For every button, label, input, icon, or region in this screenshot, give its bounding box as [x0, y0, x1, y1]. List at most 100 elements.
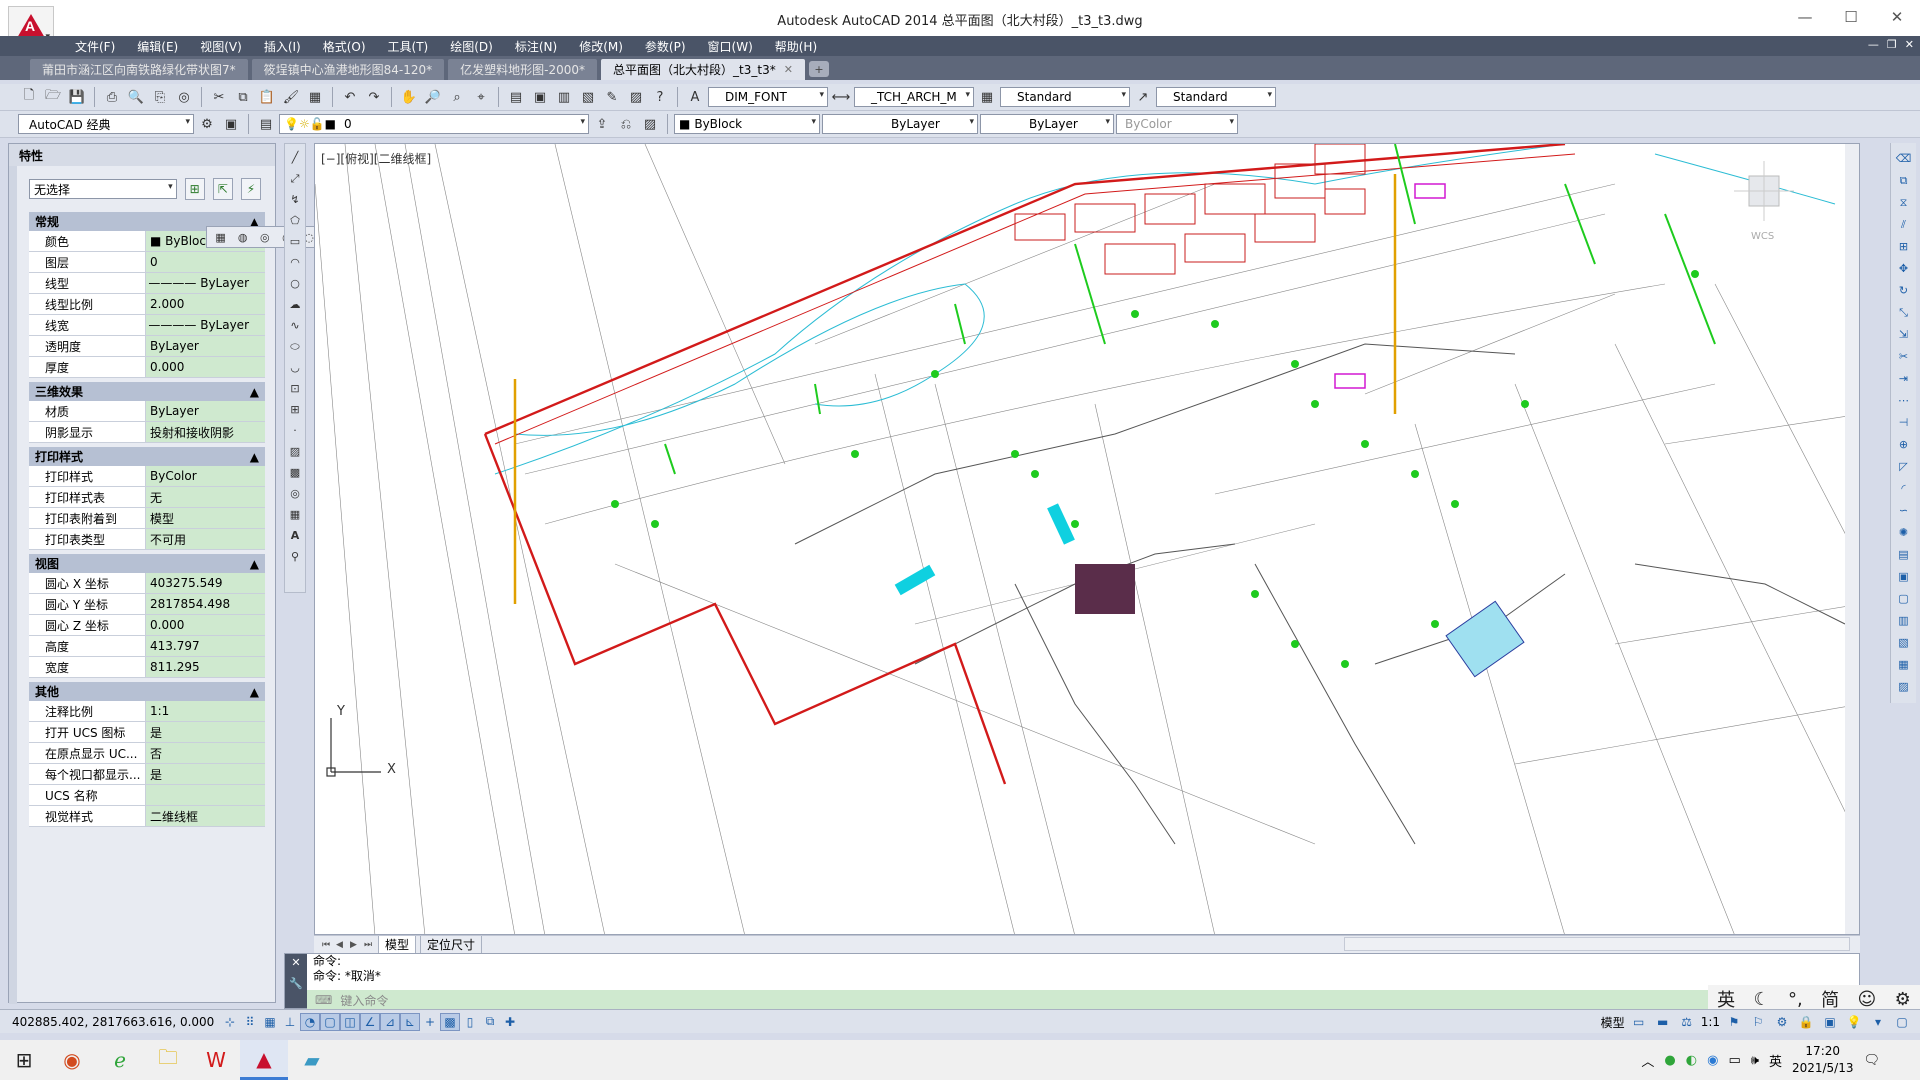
notification-icon[interactable]: 🗨 — [1863, 1053, 1880, 1068]
doc-tab[interactable]: 亿发塑料地形图-2000* — [448, 59, 598, 80]
minimize-icon[interactable]: — — [1782, 0, 1828, 34]
free-orbit-icon[interactable]: ◎ — [255, 228, 274, 246]
property-row[interactable]: 每个视口都显示... 是 — [29, 764, 265, 785]
section-header[interactable]: 其他 ▲ — [29, 682, 265, 701]
doc-restore-icon[interactable]: ❐ — [1887, 38, 1897, 51]
menu-help[interactable]: 帮助(H) — [764, 38, 828, 55]
paste-icon[interactable]: 📋 — [256, 86, 278, 108]
publish-icon[interactable]: ⎘ — [149, 86, 171, 108]
select-objects-icon[interactable]: ⇱ — [212, 178, 233, 200]
menu-edit[interactable]: 编辑(E) — [126, 38, 189, 55]
model-space-label[interactable]: 模型 — [1601, 1014, 1625, 1031]
moon-icon[interactable]: ☾ — [1754, 989, 1770, 1010]
doc-close-icon[interactable]: ✕ — [1905, 38, 1914, 51]
erase-icon[interactable]: ⌫ — [1894, 149, 1914, 168]
3d-dwf-icon[interactable]: ◎ — [173, 86, 195, 108]
property-row[interactable]: 圆心 Z 坐标 0.000 — [29, 615, 265, 636]
draworder-icon[interactable]: ▤ — [1894, 545, 1914, 564]
menu-view[interactable]: 视图(V) — [189, 38, 253, 55]
orbit-icon[interactable]: ◍ — [233, 228, 252, 246]
lineweight-toggle-icon[interactable]: + — [420, 1013, 440, 1031]
emoji-icon[interactable]: ☺ — [1857, 989, 1876, 1010]
plot-icon[interactable]: ⎙ — [101, 86, 123, 108]
layout-tab-model[interactable]: 模型 — [378, 935, 417, 954]
windows-start-icon[interactable]: ⊞ — [0, 1040, 48, 1080]
insert-block-icon[interactable]: ⊡ — [286, 379, 304, 398]
selection-cycling-icon[interactable]: ⧉ — [480, 1013, 500, 1031]
property-row[interactable]: 厚度 0.000 — [29, 357, 265, 378]
match-properties-icon[interactable]: 🖌 — [280, 86, 302, 108]
tool-palettes-icon[interactable]: ▥ — [553, 86, 575, 108]
mtext-icon[interactable]: A — [286, 526, 304, 545]
menu-file[interactable]: 文件(F) — [64, 38, 126, 55]
explode-icon[interactable]: ✺ — [1894, 523, 1914, 542]
first-layout-icon[interactable]: ⏮ — [322, 940, 332, 950]
property-row[interactable]: 打印样式表无 — [29, 487, 265, 508]
app-icon[interactable]: ▰ — [288, 1040, 336, 1080]
layer-state-icon[interactable]: ▨ — [639, 113, 661, 135]
zoom-previous-icon[interactable]: ⌖ — [470, 86, 492, 108]
point-icon[interactable]: · — [286, 421, 304, 440]
zoom-realtime-icon[interactable]: 🔎 — [422, 86, 444, 108]
annotation-visibility-icon[interactable]: ⚑ — [1724, 1013, 1744, 1031]
menu-tools[interactable]: 工具(T) — [377, 38, 440, 55]
revision-cloud-icon[interactable]: ☁ — [286, 295, 304, 314]
break-icon[interactable]: ⊣ — [1894, 413, 1914, 432]
clock[interactable]: 17:20 2021/5/13 — [1792, 1043, 1854, 1077]
menu-dimension[interactable]: 标注(N) — [504, 38, 568, 55]
tray-expand-icon[interactable]: ︿ — [1641, 1051, 1654, 1070]
punctuation-icon[interactable]: °, — [1788, 989, 1803, 1010]
menu-draw[interactable]: 绘图(D) — [439, 38, 504, 55]
new-file-icon[interactable]: 🗋 — [18, 86, 40, 108]
360-browser-icon[interactable]: ◉ — [48, 1040, 96, 1080]
section-header[interactable]: 视图 ▲ — [29, 554, 265, 573]
property-row[interactable]: 材质 ByLayer — [29, 401, 265, 422]
dynamic-ucs-icon[interactable]: ⊿ — [380, 1012, 400, 1031]
property-row[interactable]: 圆心 Y 坐标 2817854.498 — [29, 594, 265, 615]
command-window-grip[interactable]: ✕ 🔧 — [285, 954, 307, 1008]
qq-icon[interactable]: ◉ — [1707, 1053, 1718, 1068]
workspace-settings-icon[interactable]: ⚙ — [196, 113, 218, 135]
ellipse-arc-icon[interactable]: ◡ — [286, 358, 304, 377]
quick-properties-icon[interactable]: ▯ — [460, 1013, 480, 1031]
copy-icon[interactable]: ⧉ — [232, 86, 254, 108]
property-row[interactable]: 注释比例 1:1 — [29, 701, 265, 722]
quick-select-icon[interactable]: ⚡ — [240, 178, 261, 200]
gradient-icon[interactable]: ▩ — [286, 463, 304, 482]
gear-icon[interactable]: ⚙ — [1895, 989, 1911, 1010]
construction-line-icon[interactable]: ⤢ — [286, 169, 304, 188]
annotation-scale-icon[interactable]: ⚖ — [1677, 1013, 1697, 1031]
ellipse-icon[interactable]: ⬭ — [286, 337, 304, 356]
mleader-style-icon[interactable]: ↗ — [1132, 86, 1154, 108]
ortho-mode-icon[interactable]: ⊥ — [280, 1013, 300, 1031]
palette-side-strip[interactable] — [9, 166, 17, 1004]
pan-icon[interactable]: ▦ — [211, 228, 230, 246]
send-back-icon[interactable]: ▢ — [1894, 589, 1914, 608]
help-icon[interactable]: ? — [649, 86, 671, 108]
spline-icon[interactable]: ∿ — [286, 316, 304, 335]
doc-tab[interactable]: 筱埕镇中心渔港地形图84-120* — [251, 59, 445, 80]
bring-front-icon[interactable]: ▣ — [1894, 567, 1914, 586]
layer-properties-icon[interactable]: ▤ — [255, 113, 277, 135]
auto-scale-icon[interactable]: ⚐ — [1748, 1013, 1768, 1031]
menu-parametric[interactable]: 参数(P) — [634, 38, 697, 55]
region-icon[interactable]: ◎ — [286, 484, 304, 503]
quick-view-drawings-icon[interactable]: ▬ — [1653, 1013, 1673, 1031]
transparency-icon[interactable]: ▩ — [440, 1012, 460, 1031]
make-block-icon[interactable]: ⊞ — [286, 400, 304, 419]
doc-minimize-icon[interactable]: — — [1868, 38, 1879, 51]
menu-window[interactable]: 窗口(W) — [697, 38, 764, 55]
last-layout-icon[interactable]: ⏭ — [364, 940, 374, 950]
tray-language[interactable]: 英 — [1769, 1051, 1782, 1070]
new-tab-icon[interactable]: + — [808, 61, 829, 77]
maximize-icon[interactable]: ☐ — [1828, 0, 1874, 34]
autocad-taskbar-icon[interactable]: ▲ — [240, 1040, 288, 1080]
sheet-set-icon[interactable]: ▧ — [577, 86, 599, 108]
offset-icon[interactable]: ⫽ — [1894, 215, 1914, 234]
hatch-back-icon[interactable]: ▨ — [1894, 677, 1914, 696]
break-at-point-icon[interactable]: ⋯ — [1894, 391, 1914, 410]
lineweight-select[interactable]: ByLayer ▾ — [980, 114, 1114, 134]
next-layout-icon[interactable]: ▶ — [350, 940, 360, 950]
infer-constraints-icon[interactable]: ⊹ — [220, 1013, 240, 1031]
object-snap-icon[interactable]: ▢ — [320, 1012, 340, 1031]
